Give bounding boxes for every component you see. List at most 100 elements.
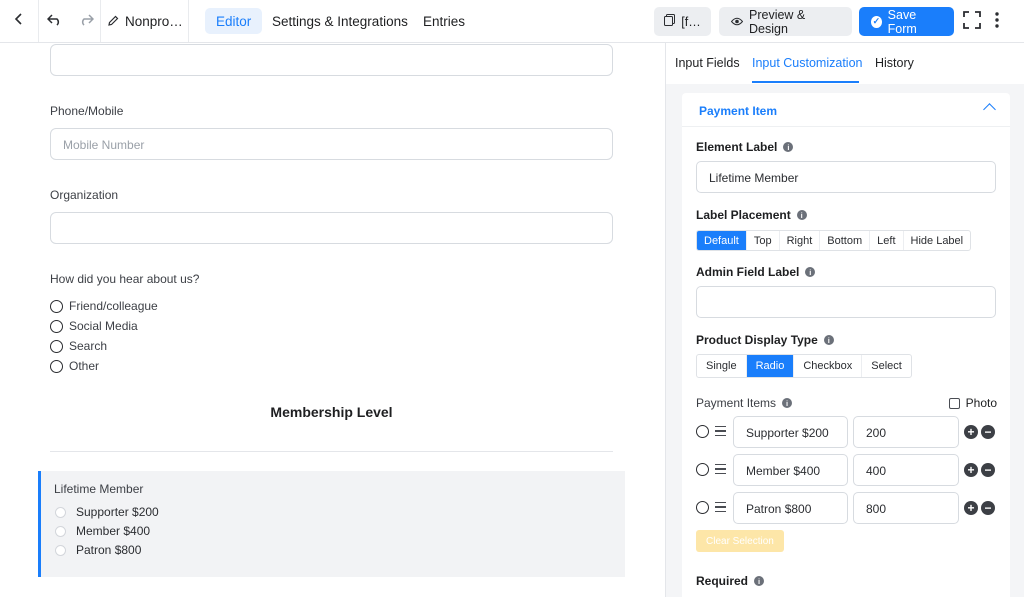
element-label-input[interactable]: Lifetime Member	[696, 161, 996, 193]
payment-option-label: Supporter $200	[76, 505, 159, 519]
payment-option-label: Member $400	[76, 524, 151, 538]
item-value-input[interactable]: 200	[853, 416, 959, 448]
item-value-input[interactable]: 400	[853, 454, 959, 486]
radio-circle[interactable]	[50, 319, 63, 333]
minus-icon[interactable]: −	[981, 425, 995, 439]
tab-settings-integrations[interactable]: Settings & Integrations	[261, 8, 419, 34]
info-icon[interactable]: i	[796, 210, 807, 220]
info-icon[interactable]: i	[783, 142, 794, 152]
chevron-left-icon	[14, 12, 24, 30]
item-label-input[interactable]: Patron $800	[733, 492, 848, 524]
info-icon[interactable]: i	[754, 576, 765, 586]
placement-left[interactable]: Left	[870, 231, 904, 250]
radio-option[interactable]: Social Media	[50, 319, 138, 333]
display-select[interactable]: Select	[862, 355, 911, 377]
photo-checkbox[interactable]	[948, 397, 960, 409]
shortcode-button[interactable]: [f…	[654, 7, 711, 36]
payment-item-field[interactable]: Lifetime Member Supporter $200 Member $4…	[38, 471, 625, 577]
item-label-value: Supporter $200	[746, 426, 829, 440]
section-title: Membership Level	[270, 404, 393, 420]
minus-icon[interactable]: −	[981, 501, 995, 515]
radio-circle[interactable]	[50, 359, 63, 373]
form-title[interactable]: Nonpro…	[108, 0, 186, 42]
radio-circle[interactable]	[50, 299, 63, 313]
info-icon[interactable]: i	[823, 335, 834, 345]
back-button[interactable]	[0, 0, 38, 42]
hear-about-label: How did you hear about us?	[50, 272, 200, 286]
previous-field-input[interactable]	[50, 44, 613, 76]
placement-hide-label[interactable]: Hide Label	[904, 231, 971, 250]
display-checkbox[interactable]: Checkbox	[794, 355, 863, 377]
photo-label: Photo	[965, 396, 997, 410]
tab-input-fields[interactable]: Input Fields	[675, 56, 740, 70]
item-label-input[interactable]: Member $400	[733, 454, 848, 486]
item-value-input[interactable]: 800	[853, 492, 959, 524]
display-type-selector: Single Radio Checkbox Select	[696, 354, 912, 378]
admin-field-label-title: Admin Field Label i	[696, 265, 816, 279]
preview-design-text: Preview & Design	[749, 7, 806, 36]
shortcode-text: [f…	[681, 14, 701, 29]
plus-icon[interactable]: +	[964, 463, 978, 477]
payment-item-row: Member $400 400 + −	[696, 454, 996, 486]
tab-entries[interactable]: Entries	[412, 8, 476, 34]
admin-field-label-input[interactable]	[696, 286, 996, 318]
clear-selection-button[interactable]: Clear Selection	[696, 530, 784, 552]
radio-option[interactable]: Other	[50, 359, 99, 373]
placement-default[interactable]: Default	[697, 231, 747, 250]
radio-option[interactable]: Friend/colleague	[50, 299, 158, 313]
placement-bottom[interactable]: Bottom	[820, 231, 871, 250]
drag-handle-icon[interactable]	[715, 464, 726, 474]
top-bar: Nonpro… Editor Settings & Integrations E…	[0, 0, 1024, 43]
radio-circle[interactable]	[55, 506, 66, 518]
item-label-value: Member $400	[746, 464, 821, 478]
card-header[interactable]: Payment Item	[682, 93, 1010, 127]
payment-option[interactable]: Member $400	[55, 524, 150, 538]
minus-icon[interactable]: −	[981, 463, 995, 477]
plus-icon[interactable]: +	[964, 501, 978, 515]
form-title-text: Nonpro…	[125, 13, 183, 29]
chevron-up-icon[interactable]	[983, 103, 996, 116]
save-form-button[interactable]: ✓ Save Form	[859, 7, 954, 36]
info-icon[interactable]: i	[782, 398, 793, 408]
active-tab-indicator	[752, 81, 859, 83]
eye-icon	[730, 15, 744, 29]
more-options-button[interactable]	[988, 0, 1006, 42]
phone-input[interactable]: Mobile Number	[50, 128, 613, 160]
fullscreen-icon	[963, 10, 981, 32]
item-value-value: 800	[866, 502, 887, 516]
form-editor-canvas: Phone/Mobile Mobile Number Organization …	[0, 43, 665, 597]
redo-button[interactable]	[72, 0, 100, 42]
placement-top[interactable]: Top	[747, 231, 780, 250]
item-label-input[interactable]: Supporter $200	[733, 416, 848, 448]
radio-circle[interactable]	[55, 544, 66, 556]
preview-design-button[interactable]: Preview & Design	[719, 7, 852, 36]
default-radio[interactable]	[696, 425, 709, 438]
plus-icon[interactable]: +	[964, 425, 978, 439]
organization-input[interactable]	[50, 212, 613, 244]
pencil-icon	[108, 14, 119, 29]
default-radio[interactable]	[696, 501, 709, 514]
radio-option[interactable]: Search	[50, 339, 107, 353]
radio-circle[interactable]	[55, 525, 66, 537]
display-radio[interactable]: Radio	[746, 355, 795, 377]
drag-handle-icon[interactable]	[715, 426, 726, 436]
tab-editor[interactable]: Editor	[205, 8, 263, 34]
radio-circle[interactable]	[50, 339, 63, 353]
placement-right[interactable]: Right	[780, 231, 821, 250]
photo-toggle[interactable]: Photo	[948, 396, 997, 410]
tab-history[interactable]: History	[875, 56, 914, 70]
display-single[interactable]: Single	[697, 355, 747, 377]
fullscreen-button[interactable]	[960, 0, 984, 42]
default-radio[interactable]	[696, 463, 709, 476]
label-placement-selector: Default Top Right Bottom Left Hide Label	[696, 230, 972, 251]
undo-button[interactable]	[40, 0, 68, 42]
payment-option[interactable]: Patron $800	[55, 543, 141, 557]
radio-option-label: Friend/colleague	[69, 299, 158, 313]
payment-item-row: Supporter $200 200 + −	[696, 416, 996, 448]
drag-handle-icon[interactable]	[715, 502, 726, 512]
payment-option[interactable]: Supporter $200	[55, 505, 159, 519]
tab-input-customization[interactable]: Input Customization	[752, 56, 862, 70]
info-icon[interactable]: i	[805, 267, 816, 277]
item-label-value: Patron $800	[746, 502, 812, 516]
settings-panel: Input Fields Input Customization History…	[665, 43, 1024, 597]
